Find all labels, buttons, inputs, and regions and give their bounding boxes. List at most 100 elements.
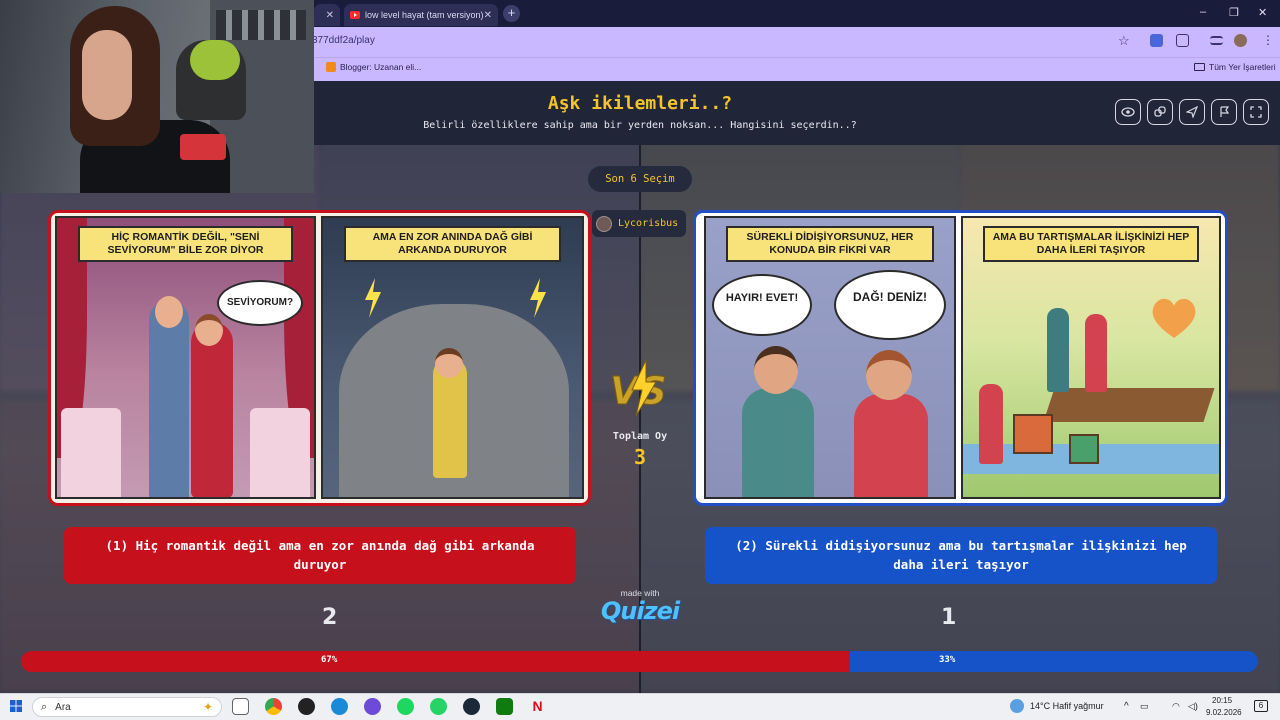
vs-icon: VS <box>608 358 672 418</box>
taskbar-search[interactable]: ⌕ Ara ✦ <box>32 697 222 717</box>
reading-list-icon[interactable] <box>1210 36 1223 45</box>
task-view-icon[interactable] <box>232 698 249 715</box>
woman-figure <box>979 384 1003 464</box>
man-figure <box>149 300 189 497</box>
option-1-percent: 67% <box>321 655 338 665</box>
option-1-card[interactable]: HİÇ ROMANTİK DEĞİL, "SENİ SEVİYORUM" BİL… <box>48 210 591 506</box>
speech-bubble: DAĞ! DENİZ! <box>834 270 946 340</box>
menu-icon[interactable]: ⋮ <box>1262 34 1275 47</box>
edge-icon[interactable] <box>331 698 348 715</box>
copy-link-icon[interactable] <box>1147 99 1173 125</box>
option-2-percent: 33% <box>939 655 956 665</box>
panel-caption: SÜREKLİ DİDİŞİYORSUNUZ, HER KONUDA BİR F… <box>725 226 935 263</box>
translate-icon[interactable] <box>1150 34 1163 47</box>
maximize-button[interactable]: ❐ <box>1229 6 1239 19</box>
thought-bubble: SEVİYORUM? <box>217 280 303 326</box>
woman-figure <box>191 322 233 497</box>
extensions-icon[interactable] <box>1176 34 1189 47</box>
option-2-button[interactable]: (2) Sürekli didişiyorsunuz ama bu tartış… <box>705 527 1217 584</box>
eye-icon[interactable] <box>1115 99 1141 125</box>
comic-panel: AMA BU TARTIŞMALAR İLİŞKİNİZİ HEP DAHA İ… <box>961 216 1221 499</box>
woman-figure <box>1085 314 1107 392</box>
man-figure <box>742 388 814 497</box>
close-tab-icon[interactable]: ✕ <box>326 10 334 21</box>
comic-panel: AMA EN ZOR ANINDA DAĞ GİBİ ARKANDA DURUY… <box>321 216 584 499</box>
app-icon[interactable] <box>298 698 315 715</box>
copilot-icon: ✦ <box>202 700 213 714</box>
clock-time[interactable]: 20:15 <box>1212 696 1232 705</box>
speech-bubble: HAYIR! EVET! <box>712 274 812 336</box>
network-icon[interactable]: ▭ <box>1140 701 1149 712</box>
weather-text[interactable]: 14°C Hafif yağmur <box>1030 701 1104 711</box>
bridge <box>1043 388 1215 422</box>
panel-caption: AMA BU TARTIŞMALAR İLİŞKİNİZİ HEP DAHA İ… <box>983 226 1199 263</box>
all-bookmarks[interactable]: Tüm Yer İşaretleri <box>1194 62 1276 72</box>
woman-head <box>195 314 223 346</box>
flag-icon[interactable] <box>1211 99 1237 125</box>
blocks <box>1013 414 1053 454</box>
avatar <box>596 215 612 232</box>
spotify-icon[interactable] <box>397 698 414 715</box>
table <box>250 408 310 497</box>
weather-icon[interactable] <box>1010 699 1024 713</box>
option-1-vote-count: 2 <box>322 605 338 630</box>
man-figure <box>1047 308 1069 392</box>
chrome-icon[interactable] <box>265 698 282 715</box>
person-face <box>82 30 132 120</box>
notification-icon[interactable]: 6 <box>1254 700 1268 712</box>
tab-title: low level hayat (tam versiyon) <box>365 10 484 20</box>
man-head <box>754 346 798 394</box>
woman-figure <box>854 394 928 497</box>
panel-caption: HİÇ ROMANTİK DEĞİL, "SENİ SEVİYORUM" BİL… <box>77 226 294 263</box>
plush-toy <box>190 40 240 80</box>
shelf-items <box>216 10 306 40</box>
total-votes-label: Toplam Oy <box>612 431 668 442</box>
discord-icon[interactable] <box>364 698 381 715</box>
wifi-icon[interactable]: ◠ <box>1172 701 1180 712</box>
whatsapp-icon[interactable] <box>430 698 447 715</box>
bookmark-item[interactable]: Blogger: Uzanan eli... <box>326 62 421 72</box>
send-icon[interactable] <box>1179 99 1205 125</box>
profile-avatar[interactable] <box>1234 34 1247 47</box>
browser-tab-active[interactable]: low level hayat (tam versiyon) ✕ <box>344 4 498 26</box>
woman-head <box>866 350 912 400</box>
panel-caption: AMA EN ZOR ANINDA DAĞ GİBİ ARKANDA DURUY… <box>343 226 562 263</box>
volume-icon[interactable]: ◁) <box>1188 701 1198 712</box>
option-2-vote-count: 1 <box>941 605 957 630</box>
recent-user-chip: Lycorisbus <box>592 210 687 237</box>
browser-tab[interactable]: ✕ <box>314 4 340 26</box>
fullscreen-icon[interactable] <box>1243 99 1269 125</box>
vote-progress-bar: 67% 33% <box>21 651 1258 672</box>
close-tab-icon[interactable]: ✕ <box>484 10 492 21</box>
minimize-button[interactable]: – <box>1200 6 1206 18</box>
option-1-button[interactable]: (1) Hiç romantik değil ama en zor anında… <box>64 527 576 584</box>
close-window-button[interactable]: ✕ <box>1258 6 1267 19</box>
search-icon: ⌕ <box>41 700 48 713</box>
comic-panel: HİÇ ROMANTİK DEĞİL, "SENİ SEVİYORUM" BİL… <box>55 216 316 499</box>
heart-icon <box>1152 298 1196 338</box>
netflix-icon[interactable]: N <box>529 698 546 715</box>
recent-choices-pill[interactable]: Son 6 Seçim <box>588 166 692 192</box>
address-bar[interactable]: 377ddf2a/play <box>312 35 375 46</box>
steam-icon[interactable] <box>463 698 480 715</box>
option-1-share-fill <box>21 651 850 672</box>
lightning-icon <box>530 278 546 318</box>
blocks <box>1069 434 1099 464</box>
comic-panel: SÜREKLİ DİDİŞİYORSUNUZ, HER KONUDA BİR F… <box>704 216 956 499</box>
new-tab-button[interactable]: + <box>503 5 520 22</box>
webcam-overlay <box>0 0 314 193</box>
clock-date[interactable]: 9.02.2026 <box>1206 708 1242 717</box>
man-head <box>155 296 183 328</box>
table <box>61 408 121 497</box>
chevron-up-icon[interactable]: ^ <box>1124 701 1129 712</box>
girl-head <box>435 348 463 378</box>
xbox-icon[interactable] <box>496 698 513 715</box>
microphone <box>180 134 226 160</box>
windows-start-icon[interactable] <box>10 700 22 712</box>
lightning-icon <box>365 278 381 318</box>
quizei-logo[interactable]: Quizei <box>590 597 690 625</box>
blogger-icon <box>326 62 336 72</box>
option-2-card[interactable]: SÜREKLİ DİDİŞİYORSUNUZ, HER KONUDA BİR F… <box>693 210 1228 506</box>
total-votes-value: 3 <box>633 445 647 469</box>
bookmark-star-icon[interactable]: ☆ <box>1118 33 1130 49</box>
